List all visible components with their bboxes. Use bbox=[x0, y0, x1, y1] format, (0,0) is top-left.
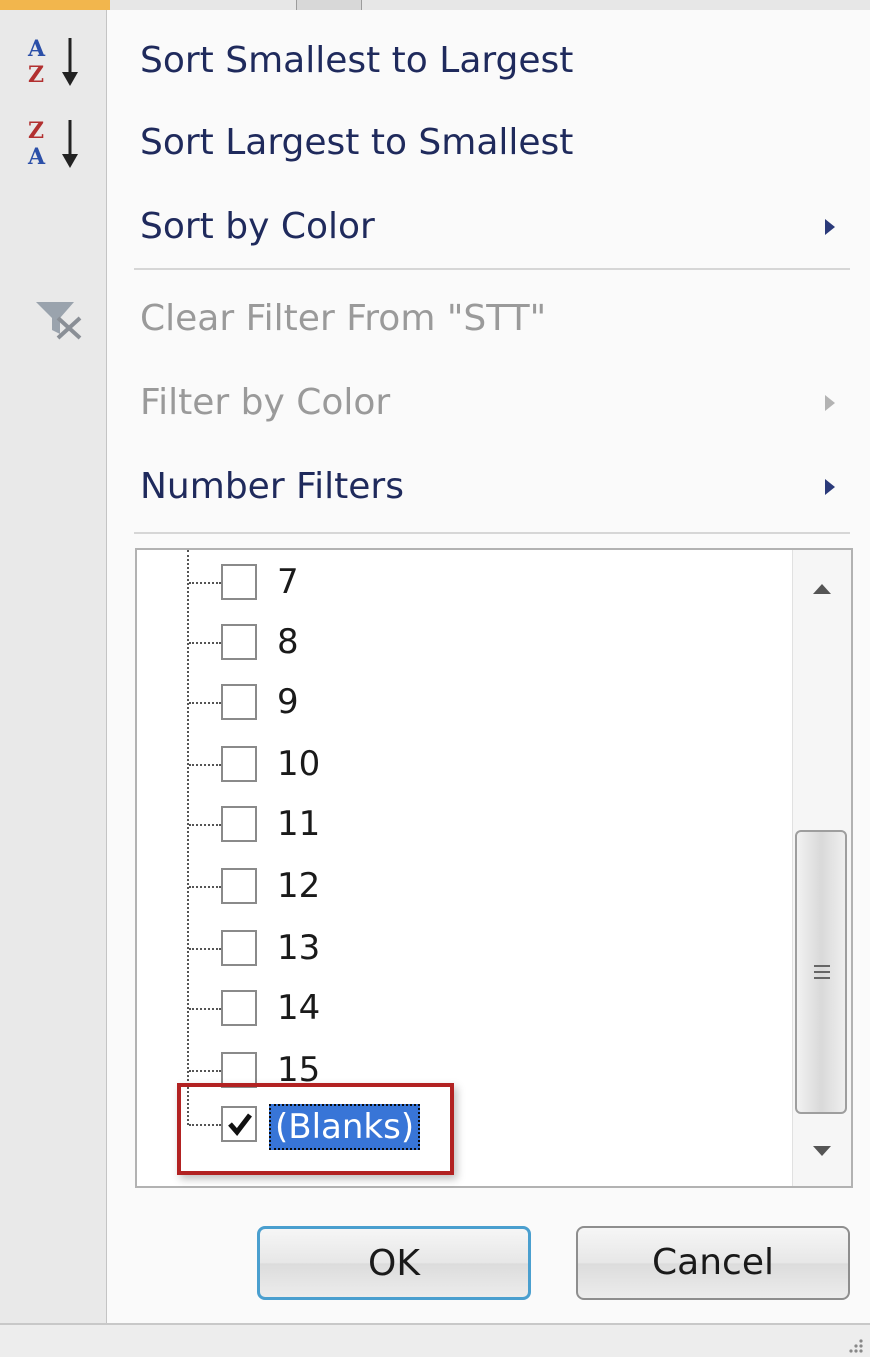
list-item-label: 11 bbox=[277, 804, 321, 844]
sort-by-color-label: Sort by Color bbox=[140, 206, 375, 247]
bottom-strip bbox=[0, 1323, 870, 1357]
tree-dot bbox=[189, 1008, 221, 1010]
tree-dot bbox=[189, 886, 221, 888]
sort-ascending-icon: A Z bbox=[27, 36, 78, 88]
tree-dot bbox=[189, 824, 221, 826]
submenu-arrow-icon bbox=[825, 219, 835, 235]
checkbox[interactable] bbox=[221, 624, 257, 660]
menu-separator bbox=[134, 532, 850, 534]
cancel-button[interactable]: Cancel bbox=[576, 1226, 850, 1300]
checkbox[interactable] bbox=[221, 806, 257, 842]
highlight-box bbox=[177, 1083, 454, 1175]
list-item-label: 8 bbox=[277, 622, 299, 662]
sort-smallest-to-largest-item[interactable]: A Z Sort Smallest to Largest bbox=[0, 20, 870, 102]
list-item[interactable]: 11 bbox=[137, 794, 787, 854]
list-item[interactable]: 7 bbox=[137, 552, 787, 612]
list-item[interactable]: 9 bbox=[137, 672, 787, 732]
list-item[interactable]: 10 bbox=[137, 734, 787, 794]
sort-largest-to-smallest-item[interactable]: Z A Sort Largest to Smallest bbox=[0, 102, 870, 184]
menu-separator bbox=[134, 268, 850, 270]
filter-by-color-label: Filter by Color bbox=[140, 382, 391, 423]
scrollbar-thumb[interactable] bbox=[795, 830, 847, 1114]
sort-largest-label: Sort Largest to Smallest bbox=[140, 122, 574, 163]
ok-button[interactable]: OK bbox=[257, 1226, 531, 1300]
number-filters-item[interactable]: Number Filters bbox=[0, 446, 870, 528]
scroll-down-icon[interactable] bbox=[807, 1136, 837, 1166]
checkbox[interactable] bbox=[221, 746, 257, 782]
header-accent bbox=[0, 0, 110, 10]
list-item[interactable]: 12 bbox=[137, 856, 787, 916]
submenu-arrow-icon bbox=[825, 479, 835, 495]
tree-dot bbox=[189, 642, 221, 644]
filter-by-color-item[interactable]: Filter by Color bbox=[0, 362, 870, 444]
tree-dot bbox=[189, 582, 221, 584]
list-item-label: 13 bbox=[277, 928, 321, 968]
list-item-label: 12 bbox=[277, 866, 321, 906]
number-filters-label: Number Filters bbox=[140, 466, 404, 507]
column-tab bbox=[296, 0, 362, 10]
svg-text:A: A bbox=[27, 36, 46, 62]
clear-filter-item[interactable]: Clear Filter From "STT" bbox=[0, 278, 870, 360]
resize-grip-icon[interactable] bbox=[848, 1337, 864, 1353]
checkbox[interactable] bbox=[221, 990, 257, 1026]
checkbox[interactable] bbox=[221, 868, 257, 904]
list-item-label: 9 bbox=[277, 682, 299, 722]
clear-filter-icon bbox=[36, 302, 82, 340]
svg-text:Z: Z bbox=[28, 118, 44, 144]
list-item-label: 7 bbox=[277, 562, 299, 602]
clear-filter-label: Clear Filter From "STT" bbox=[140, 298, 547, 339]
tree-dot bbox=[189, 702, 221, 704]
svg-text:A: A bbox=[27, 144, 46, 170]
sort-by-color-item[interactable]: Sort by Color bbox=[0, 186, 870, 268]
tree-dot bbox=[189, 948, 221, 950]
list-scrollbar[interactable] bbox=[792, 550, 851, 1186]
list-item[interactable]: 14 bbox=[137, 978, 787, 1038]
checkbox[interactable] bbox=[221, 684, 257, 720]
submenu-arrow-icon bbox=[825, 395, 835, 411]
sort-descending-icon: Z A bbox=[27, 118, 78, 170]
tree-dot bbox=[189, 764, 221, 766]
svg-text:Z: Z bbox=[28, 62, 44, 88]
tree-dot bbox=[189, 1070, 221, 1072]
checkbox[interactable] bbox=[221, 564, 257, 600]
list-item[interactable]: 13 bbox=[137, 918, 787, 978]
list-item-label: 10 bbox=[277, 744, 321, 784]
list-item[interactable]: 8 bbox=[137, 612, 787, 672]
list-item-label: 14 bbox=[277, 988, 321, 1028]
checkbox[interactable] bbox=[221, 930, 257, 966]
sort-smallest-label: Sort Smallest to Largest bbox=[140, 40, 574, 81]
scroll-up-icon[interactable] bbox=[807, 574, 837, 604]
grip-icon bbox=[814, 965, 830, 979]
